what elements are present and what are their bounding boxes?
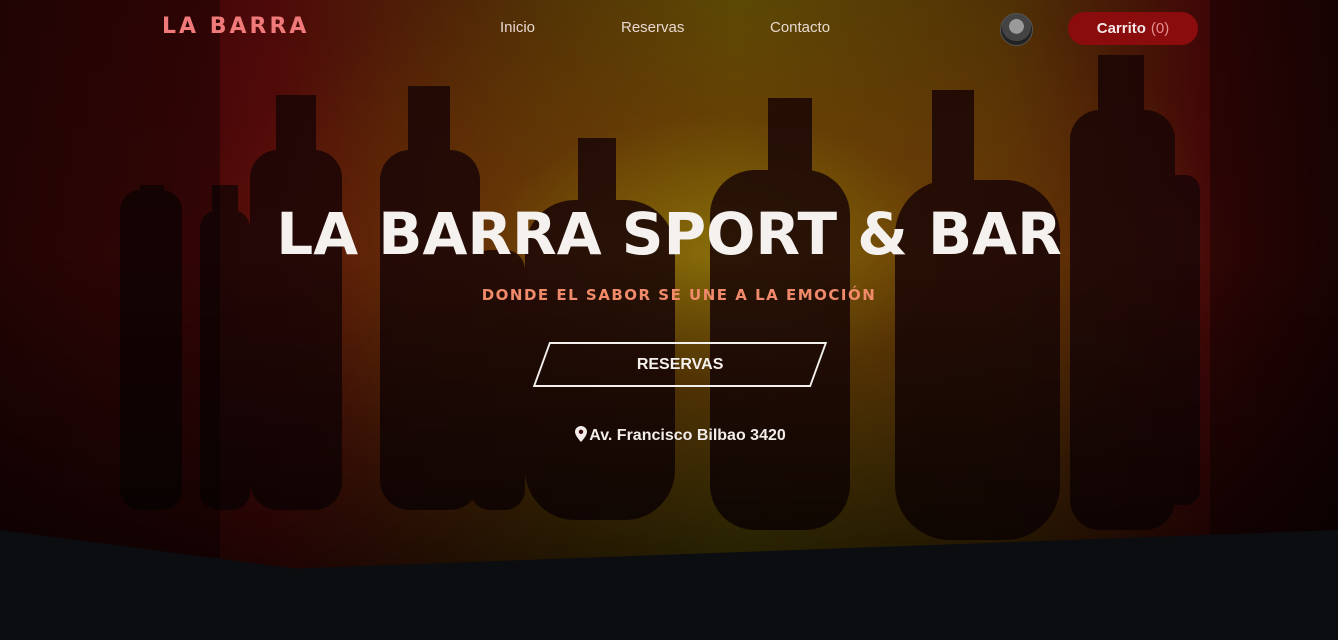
cart-button[interactable]: Carrito (0) [1068,12,1198,45]
hero-subtitle: DONDE EL SABOR SE UNE A LA EMOCIÓN [481,286,877,304]
cart-count: (0) [1150,20,1170,37]
map-pin-icon [575,426,588,447]
hero-section: LA BARRA Inicio Reservas Contacto Carrit… [0,0,1338,640]
user-avatar[interactable] [1000,13,1033,46]
address-text: Av. Francisco Bilbao 3420 [589,427,786,444]
nav-link-reservas[interactable]: Reservas [621,19,684,36]
nav-link-inicio[interactable]: Inicio [500,19,535,36]
brand-logo[interactable]: LA BARRA [162,14,309,39]
reservas-button[interactable]: RESERVAS [532,342,828,387]
cart-label: Carrito [1096,20,1146,37]
nav-link-contacto[interactable]: Contacto [770,19,830,36]
address: Av. Francisco Bilbao 3420 [0,426,1338,447]
reservas-button-label: RESERVAS [636,355,724,373]
navbar: LA BARRA Inicio Reservas Contacto Carrit… [0,0,1338,56]
hero-title: LA BARRA SPORT & BAR [276,200,1062,268]
